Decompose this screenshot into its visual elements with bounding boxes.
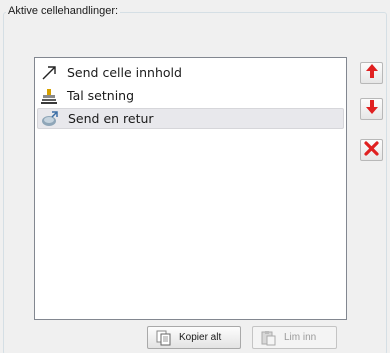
delete-button[interactable] (360, 139, 383, 161)
copy-icon (156, 330, 172, 346)
red-x-icon (364, 140, 379, 160)
red-arrow-down-icon (365, 99, 379, 119)
list-item-speak-sentence[interactable]: Tal setning (37, 85, 344, 106)
list-item-label: Send en retur (68, 111, 154, 126)
cell-actions-panel: Aktive cellehandlinger: Send celle innho… (0, 0, 390, 353)
move-down-button[interactable] (360, 98, 383, 120)
active-actions-list[interactable]: Send celle innhold Tal setning Send en r… (34, 57, 347, 320)
return-icon (41, 110, 59, 128)
list-item-label: Tal setning (67, 88, 135, 103)
list-item-send-return[interactable]: Send en retur (37, 108, 344, 129)
copy-all-label: Kopier alt (179, 332, 222, 343)
list-item-label: Send celle innhold (67, 65, 182, 80)
speech-icon (40, 87, 58, 105)
copy-all-button[interactable]: Kopier alt (147, 326, 241, 349)
red-arrow-up-icon (365, 63, 379, 83)
move-up-button[interactable] (360, 62, 383, 84)
paste-button[interactable]: Lim inn (252, 326, 337, 349)
list-item-send-cell-content[interactable]: Send celle innhold (37, 62, 344, 83)
arrow-up-right-icon (40, 64, 58, 82)
group-title: Aktive cellehandlinger: (6, 4, 121, 18)
paste-label: Lim inn (284, 332, 317, 343)
paste-icon (261, 330, 277, 346)
